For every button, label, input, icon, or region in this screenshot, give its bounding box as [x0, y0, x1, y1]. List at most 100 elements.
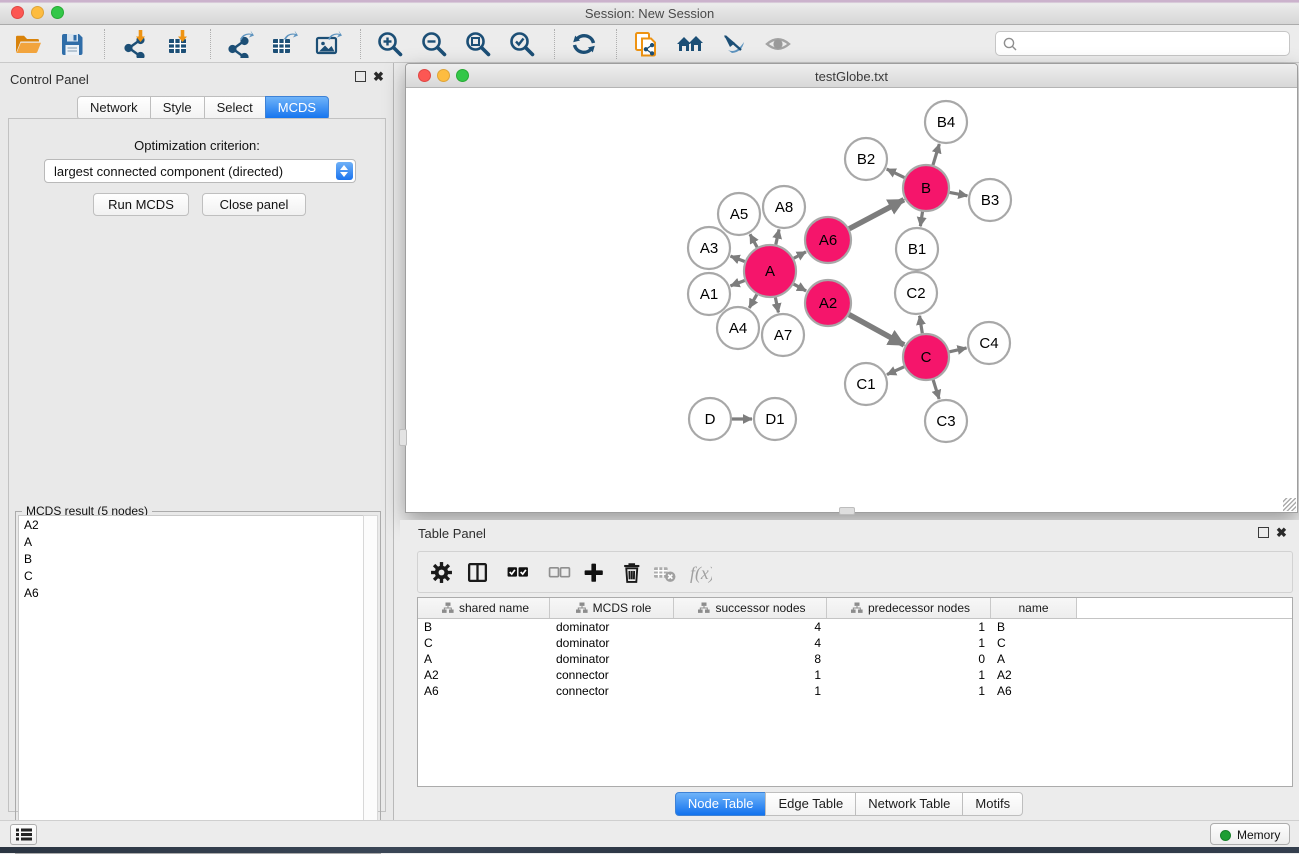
show-hide-graphics-icon[interactable]: [720, 30, 748, 58]
network-canvas[interactable]: B4B2BB3A5A8A6B1A3AA1C2A2A4A7C4CC1C3DD1: [406, 88, 1297, 512]
edge-B-B1[interactable]: [920, 212, 922, 227]
main-toolbar: [0, 25, 1299, 63]
table-cell: A2: [991, 667, 1077, 683]
node-label-A: A: [765, 263, 775, 280]
run-mcds-button[interactable]: Run MCDS: [93, 193, 189, 216]
column-header-MCDS-role[interactable]: MCDS role: [550, 598, 674, 618]
result-list-item[interactable]: A: [19, 533, 363, 550]
import-network-icon[interactable]: [120, 30, 148, 58]
column-header-name[interactable]: name: [991, 598, 1077, 618]
network-horizontal-scrollbar[interactable]: [839, 507, 855, 515]
table-row[interactable]: Adominator80A: [418, 651, 1292, 667]
table-toolbar: f(x): [417, 551, 1293, 593]
mcds-result-list[interactable]: A2ABCA6: [18, 515, 364, 851]
open-session-icon[interactable]: [14, 30, 42, 58]
zoom-in-icon[interactable]: [376, 30, 404, 58]
float-panel-icon[interactable]: [355, 71, 366, 82]
result-list-item[interactable]: A2: [19, 516, 363, 533]
zoom-out-icon[interactable]: [420, 30, 448, 58]
edge-C-C1[interactable]: [887, 367, 904, 375]
table-row[interactable]: A2connector11A2: [418, 667, 1292, 683]
zoom-fit-icon[interactable]: [464, 30, 492, 58]
copy-style-icon[interactable]: [632, 30, 660, 58]
edge-A-A5[interactable]: [750, 234, 757, 247]
home-icon[interactable]: [676, 30, 704, 58]
mcds-result-groupbox: MCDS result (5 nodes) A2ABCA6: [15, 511, 381, 854]
node-label-B: B: [921, 180, 931, 197]
float-table-panel-icon[interactable]: [1258, 527, 1269, 538]
export-network-icon[interactable]: [226, 30, 254, 58]
node-label-A8: A8: [775, 199, 793, 216]
column-header-shared-name[interactable]: shared name: [418, 598, 550, 618]
zoom-selected-icon[interactable]: [508, 30, 536, 58]
edge-A6-B[interactable]: [849, 200, 904, 229]
edge-A-A7[interactable]: [775, 297, 778, 312]
edge-A-A3[interactable]: [731, 256, 745, 261]
edge-C-C2[interactable]: [920, 316, 923, 334]
export-image-icon[interactable]: [314, 30, 342, 58]
edge-A2-C[interactable]: [849, 315, 904, 345]
refresh-icon[interactable]: [570, 30, 598, 58]
edge-A-A4[interactable]: [749, 295, 757, 308]
tab-select[interactable]: Select: [204, 96, 266, 120]
edge-A-A6[interactable]: [794, 252, 806, 258]
import-table-icon[interactable]: [164, 30, 192, 58]
eye-icon[interactable]: [764, 30, 792, 58]
export-table-icon[interactable]: [270, 30, 298, 58]
network-window-titlebar[interactable]: testGlobe.txt: [406, 64, 1297, 88]
edge-B-B4[interactable]: [933, 144, 939, 165]
memory-button[interactable]: Memory: [1210, 823, 1290, 845]
tab-mcds[interactable]: MCDS: [265, 96, 329, 120]
column-header-successor-nodes[interactable]: successor nodes: [674, 598, 827, 618]
tab-edge-table[interactable]: Edge Table: [765, 792, 856, 816]
tab-network[interactable]: Network: [77, 96, 151, 120]
task-history-button[interactable]: [10, 824, 37, 845]
edge-A-A2[interactable]: [794, 284, 806, 291]
table-settings-icon[interactable]: [430, 561, 454, 585]
tab-style[interactable]: Style: [150, 96, 205, 120]
edge-B-B3[interactable]: [950, 192, 968, 195]
result-list-item[interactable]: C: [19, 567, 363, 584]
edge-C-C3[interactable]: [933, 380, 939, 399]
add-column-icon[interactable]: [582, 561, 606, 585]
column-type-icon: [442, 602, 454, 614]
tab-network-table[interactable]: Network Table: [855, 792, 963, 816]
table-row[interactable]: Cdominator41C: [418, 635, 1292, 651]
search-icon: [1002, 36, 1019, 53]
edge-B-B2[interactable]: [887, 169, 905, 178]
close-panel-icon[interactable]: ✖: [373, 71, 384, 82]
tab-motifs[interactable]: Motifs: [962, 792, 1023, 816]
optimization-criterion-select[interactable]: largest connected component (directed): [44, 159, 356, 183]
edge-A-A8[interactable]: [776, 229, 779, 244]
edge-A-A1[interactable]: [731, 281, 745, 286]
select-all-icon[interactable]: [506, 561, 530, 585]
edge-C-C4[interactable]: [949, 348, 966, 352]
tab-node-table[interactable]: Node Table: [675, 792, 767, 816]
deselect-all-icon[interactable]: [548, 561, 572, 585]
column-header-predecessor-nodes[interactable]: predecessor nodes: [827, 598, 991, 618]
delete-column-icon[interactable]: [620, 561, 644, 585]
network-vertical-scrollbar[interactable]: [399, 429, 407, 446]
table-cell: 8: [674, 651, 827, 667]
table-cell: 1: [827, 635, 991, 651]
result-scrollbar[interactable]: [363, 515, 378, 851]
result-list-item[interactable]: B: [19, 550, 363, 567]
search-input[interactable]: [995, 31, 1290, 56]
result-list-item[interactable]: A6: [19, 584, 363, 601]
selected-criterion: largest connected component (directed): [54, 164, 283, 179]
node-label-A2: A2: [819, 295, 837, 312]
save-session-icon[interactable]: [58, 30, 86, 58]
node-label-D1: D1: [765, 411, 784, 428]
table-row[interactable]: A6connector11A6: [418, 683, 1292, 699]
table-row[interactable]: Bdominator41B: [418, 619, 1292, 635]
table-cell: 1: [827, 683, 991, 699]
node-label-C: C: [921, 349, 932, 366]
table-cell: 4: [674, 619, 827, 635]
close-panel-button[interactable]: Close panel: [202, 193, 306, 216]
close-table-panel-icon[interactable]: ✖: [1276, 527, 1287, 538]
table-cell: dominator: [550, 651, 674, 667]
select-stepper-icon: [336, 162, 353, 180]
toggle-panel-icon[interactable]: [466, 561, 490, 585]
table-cell: 0: [827, 651, 991, 667]
window-resize-grip[interactable]: [1283, 498, 1296, 511]
